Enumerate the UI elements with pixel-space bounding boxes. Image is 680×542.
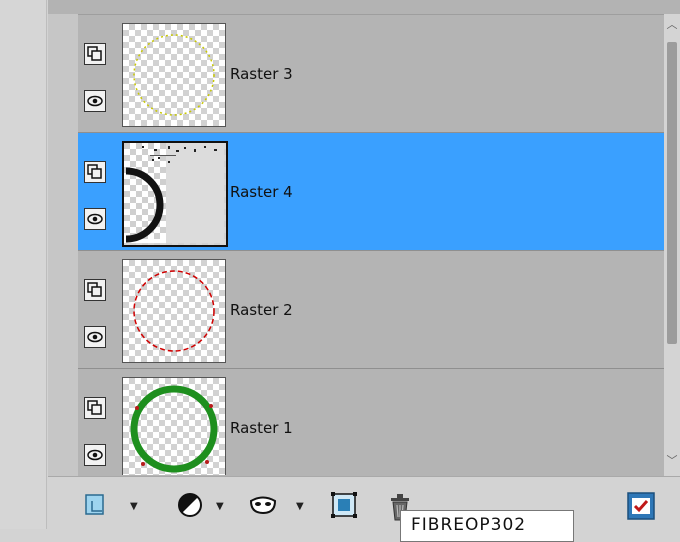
- layer-row-raster-1[interactable]: Raster 1: [78, 369, 664, 476]
- layer-group-toggle-icon[interactable]: [84, 161, 106, 183]
- properties-icon[interactable]: [626, 491, 655, 520]
- left-strip: [0, 0, 47, 529]
- layer-group-toggle-icon[interactable]: [84, 279, 106, 301]
- layer-row-raster-3[interactable]: Raster 3: [78, 15, 664, 133]
- scroll-up-arrow-icon[interactable]: ︿: [664, 18, 680, 32]
- mask-dropdown-icon[interactable]: ▼: [296, 501, 304, 512]
- scrollbar-thumb[interactable]: [667, 42, 677, 344]
- layer-name[interactable]: Raster 4: [230, 183, 293, 201]
- new-layer-dropdown-icon[interactable]: ▼: [130, 501, 138, 512]
- layer-thumbnail[interactable]: [122, 259, 226, 363]
- layers-panel: Raster 3 Raster 4 Raster 2 Raster 1 ︿ ﹀: [48, 0, 680, 476]
- eye-icon[interactable]: [84, 90, 106, 112]
- layers-toolbar: ▼ ▼ ▼: [48, 476, 680, 530]
- layer-row-raster-4[interactable]: Raster 4: [78, 133, 664, 251]
- scroll-down-arrow-icon[interactable]: ﹀: [664, 454, 680, 468]
- layer-name[interactable]: Raster 2: [230, 301, 293, 319]
- adjustment-dropdown-icon[interactable]: ▼: [216, 501, 224, 512]
- eye-icon[interactable]: [84, 444, 106, 466]
- eye-icon[interactable]: [84, 326, 106, 348]
- layer-group-toggle-icon[interactable]: [84, 43, 106, 65]
- layer-group-toggle-icon[interactable]: [84, 397, 106, 419]
- group-icon[interactable]: [330, 491, 358, 519]
- panel-header-strip: [48, 0, 680, 15]
- layer-name[interactable]: Raster 3: [230, 65, 293, 83]
- tooltip: FIBREOP302: [400, 510, 574, 542]
- layer-name[interactable]: Raster 1: [230, 419, 293, 437]
- adjustment-layer-icon[interactable]: [176, 491, 204, 519]
- eye-icon[interactable]: [84, 208, 106, 230]
- mask-icon[interactable]: [248, 491, 277, 519]
- layer-thumbnail[interactable]: [122, 23, 226, 127]
- layer-row-raster-2[interactable]: Raster 2: [78, 251, 664, 369]
- tooltip-text: FIBREOP302: [411, 515, 527, 535]
- vertical-scrollbar[interactable]: ︿ ﹀: [664, 14, 680, 476]
- layer-thumbnail[interactable]: [122, 141, 228, 247]
- new-layer-icon[interactable]: [82, 491, 110, 519]
- panel-gutter: [48, 14, 78, 476]
- layer-thumbnail[interactable]: [122, 377, 226, 475]
